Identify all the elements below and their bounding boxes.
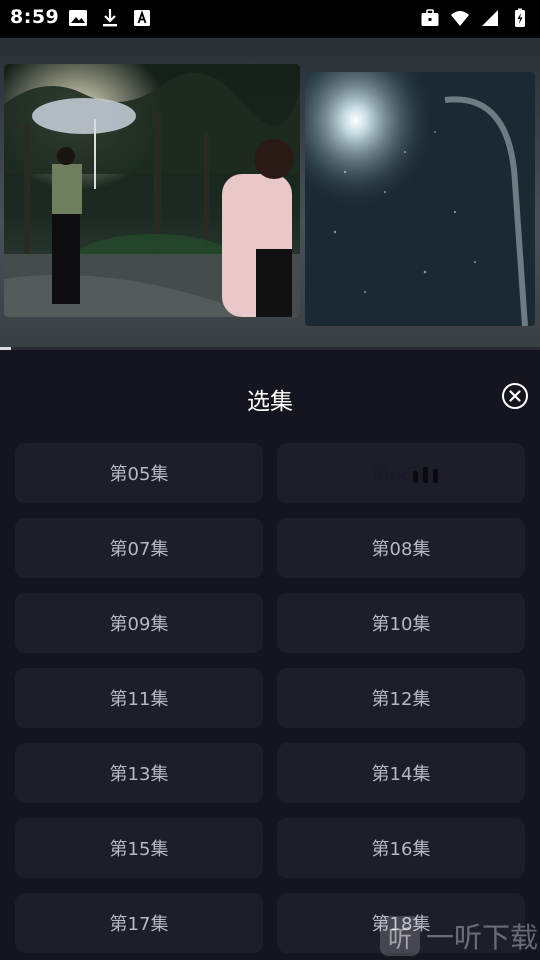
image-icon xyxy=(69,10,87,26)
episode-label: 第12集 xyxy=(371,689,431,710)
episode-label: 第17集 xyxy=(109,914,169,935)
battery-charging-icon xyxy=(515,8,525,27)
episode-button[interactable]: 第11集 xyxy=(15,668,263,728)
episode-selection-sheet: 选集 第05集 第06集 第07集 第08集 第09集 第10集 第11集 第12集 第13集第… xyxy=(0,350,540,960)
close-circle-icon xyxy=(509,390,521,402)
episode-label: 第07集 xyxy=(109,539,169,560)
status-left-icons xyxy=(68,8,152,28)
watermark: 听 一听下载 xyxy=(379,916,538,956)
episode-button[interactable]: 第13集 xyxy=(15,743,263,803)
episode-button[interactable]: 第12集 xyxy=(277,668,525,728)
episode-button[interactable]: 第10集 xyxy=(277,593,525,653)
now-playing-icon xyxy=(413,467,438,483)
sheet-title: 选集 xyxy=(247,389,293,415)
episode-label: 第16集 xyxy=(371,839,431,860)
video-frame-street-lamp xyxy=(305,72,535,326)
street-lamp-image xyxy=(305,72,535,326)
watermark-text: 一听下载 xyxy=(425,921,538,954)
episode-grid: 第05集 第06集第07集 第08集第09集 第10集第11集 第12集第13集 第14集… xyxy=(15,443,525,953)
watermark-logo: 听 xyxy=(379,916,420,956)
episode-button[interactable]: 第05集 xyxy=(15,443,263,503)
episode-label: 第14集 xyxy=(371,764,431,785)
episode-button[interactable]: 第14集 xyxy=(277,743,525,803)
status-right-icons xyxy=(420,8,530,28)
download-icon xyxy=(103,9,117,27)
episode-label: 第11集 xyxy=(109,689,169,710)
font-icon xyxy=(134,10,150,26)
episode-button[interactable]: 第16集 xyxy=(277,818,525,878)
episode-button[interactable]: 第07集 xyxy=(15,518,263,578)
episode-label: 第08集 xyxy=(371,539,431,560)
signal-icon xyxy=(482,10,498,26)
status-time: 8:59 xyxy=(10,6,60,28)
episode-label: 第09集 xyxy=(109,614,169,635)
episode-button[interactable]: 第06集 xyxy=(277,443,525,503)
status-bar: 8:59 xyxy=(0,0,540,38)
episode-label: 第13集 xyxy=(109,764,169,785)
episode-button[interactable]: 第17集 xyxy=(15,893,263,953)
wifi-icon xyxy=(451,11,469,26)
episode-button[interactable]: 第09集 xyxy=(15,593,263,653)
episode-button[interactable]: 第15集 xyxy=(15,818,263,878)
episode-label: 第10集 xyxy=(371,614,431,635)
episode-label: 第15集 xyxy=(109,839,169,860)
close-button[interactable] xyxy=(502,383,528,409)
episode-button[interactable]: 第08集 xyxy=(277,518,525,578)
video-frame-couple-in-rain xyxy=(4,64,300,317)
video-player[interactable] xyxy=(0,38,540,348)
briefcase-icon xyxy=(421,9,439,26)
night-rain-scene-image xyxy=(4,64,300,317)
episode-label: 第05集 xyxy=(109,464,169,485)
